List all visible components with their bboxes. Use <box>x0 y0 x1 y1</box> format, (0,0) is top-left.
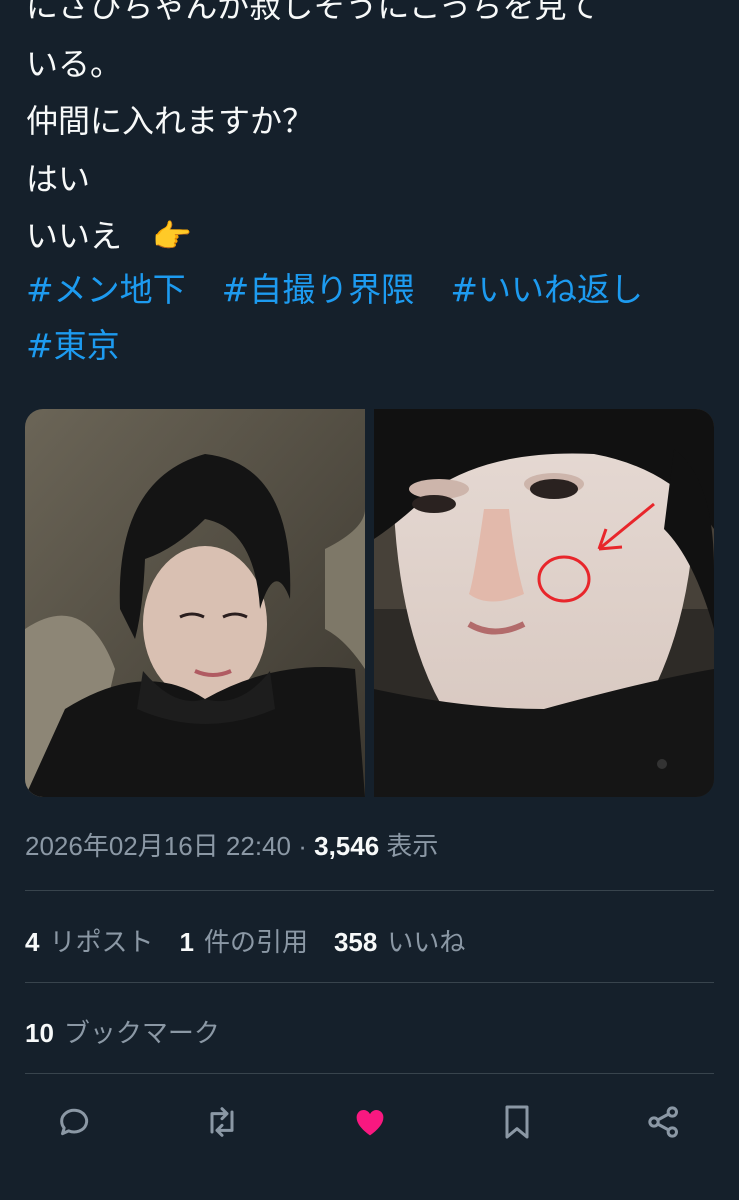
media-grid <box>25 409 714 797</box>
repost-button[interactable] <box>200 1100 244 1144</box>
tweet-timestamp[interactable]: 2026年02月16日 22:40 <box>25 831 291 861</box>
quotes-count: 1 <box>179 927 194 957</box>
repost-icon <box>210 1107 234 1137</box>
hashtag-link[interactable]: #自撮り界隈 <box>222 270 415 309</box>
action-bar <box>25 1100 714 1144</box>
selfie-image <box>25 409 365 797</box>
bookmark-stats: 10 ブックマーク <box>25 1013 220 1050</box>
bookmark-button[interactable] <box>495 1100 539 1144</box>
photo-left[interactable] <box>25 409 365 797</box>
reply-icon <box>60 1108 89 1136</box>
bookmarks-stat[interactable]: 10 ブックマーク <box>25 1013 220 1050</box>
hashtag-link[interactable]: #メン地下 <box>26 270 186 309</box>
tweet-line: いいえ 👉 <box>26 208 726 266</box>
closeup-selfie-image <box>374 409 714 797</box>
views-label: 表示 <box>386 831 439 861</box>
hashtag-link[interactable]: #いいね返し <box>450 270 643 309</box>
tweet-line: いる。 <box>26 44 123 83</box>
tweet-line-text: いいえ <box>26 217 123 255</box>
divider <box>25 982 714 983</box>
likes-label: いいね <box>387 928 466 958</box>
tweet-line: はい <box>26 159 91 198</box>
tweet-body: にさひちゃんが寂しそうにこっちを見て いる。 仲間に入れますか？ はい いいえ 👉 <box>26 0 726 266</box>
likes-stat[interactable]: 358 いいね <box>334 922 465 959</box>
quotes-stat[interactable]: 1 件の引用 <box>179 922 307 959</box>
photo-right[interactable] <box>374 409 714 797</box>
share-button[interactable] <box>642 1100 686 1144</box>
reposts-count: 4 <box>25 927 40 957</box>
reposts-stat[interactable]: 4 リポスト <box>25 922 153 959</box>
like-icon <box>356 1110 383 1136</box>
pointing-hand-icon: 👉 <box>152 217 192 255</box>
bookmarks-count: 10 <box>25 1018 54 1048</box>
reply-button[interactable] <box>53 1100 97 1144</box>
meta-separator: · <box>298 831 307 861</box>
bookmarks-label: ブックマーク <box>63 1019 220 1049</box>
bookmark-icon <box>505 1105 529 1139</box>
hashtag-link[interactable]: #東京 <box>26 326 120 365</box>
like-button[interactable] <box>348 1100 392 1144</box>
hashtag-list: #メン地下 #自撮り界隈 #いいね返し #東京 <box>26 262 726 374</box>
tweet-line: 仲間に入れますか？ <box>26 102 315 140</box>
quotes-label: 件の引用 <box>203 928 308 958</box>
likes-count: 358 <box>333 927 378 957</box>
reposts-label: リポスト <box>49 928 154 958</box>
views-count: 3,546 <box>314 831 380 861</box>
tweet-meta: 2026年02月16日 22:40 · 3,546 表示 <box>25 826 438 863</box>
engagement-stats: 4 リポスト 1 件の引用 358 いいね <box>25 922 465 959</box>
tweet-line: にさひちゃんが寂しそうにこっちを見て <box>26 0 599 25</box>
share-icon <box>648 1106 678 1138</box>
divider <box>25 1073 714 1074</box>
divider <box>25 890 714 891</box>
